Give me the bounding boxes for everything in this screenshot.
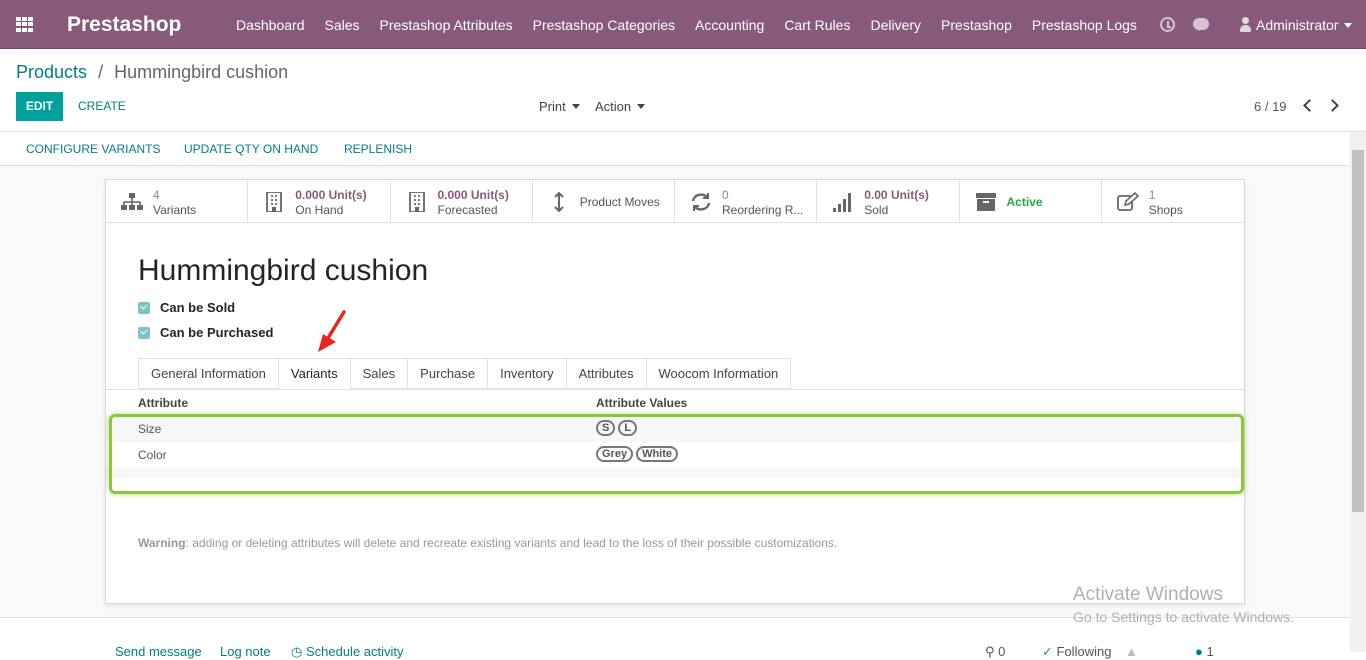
caret-down-icon (1344, 23, 1353, 28)
app-brand[interactable]: Prestashop (67, 13, 181, 37)
forecasted-value: 0.000 Unit(s) (437, 188, 509, 202)
highlight-box (109, 414, 1244, 494)
form-statusbar: CONFIGURE VARIANTS UPDATE QTY ON HAND RE… (0, 132, 1350, 166)
breadcrumb-separator: / (98, 62, 104, 82)
action-dropdown[interactable]: Action (595, 99, 646, 114)
attribute-values-column-header[interactable]: Attribute Values (596, 396, 687, 410)
tab-general-information[interactable]: General Information (138, 358, 278, 389)
action-label: Action (595, 99, 632, 114)
warning-message: : adding or deleting attributes will del… (185, 536, 838, 550)
on-hand-smart-button[interactable]: 0.000 Unit(s) On Hand (248, 180, 391, 223)
product-moves-smart-button[interactable]: Product Moves (533, 180, 675, 223)
tab-purchase[interactable]: Purchase (407, 358, 488, 389)
user-menu[interactable]: Administrator (1256, 17, 1353, 33)
edit-icon (1116, 192, 1139, 211)
menu-prestashop-logs[interactable]: Prestashop Logs (1022, 0, 1147, 49)
attribute-column-header[interactable]: Attribute (138, 396, 188, 410)
shops-count: 1 (1148, 188, 1156, 202)
update-qty-button[interactable]: UPDATE QTY ON HAND (184, 142, 318, 156)
active-toggle-button[interactable]: Active (960, 180, 1102, 223)
sold-smart-button[interactable]: 0.00 Unit(s) Sold (817, 180, 960, 223)
can-be-sold-label: Can be Sold (160, 300, 236, 315)
can-be-sold-checkbox[interactable] (138, 302, 150, 314)
archive-icon (975, 193, 996, 211)
forecasted-smart-button[interactable]: 0.000 Unit(s) Forecasted (391, 180, 533, 223)
configure-variants-button[interactable]: CONFIGURE VARIANTS (26, 142, 160, 156)
notebook-tabs: General Information Variants Sales Purch… (138, 358, 792, 390)
on-hand-label: On Hand (295, 203, 344, 217)
main-menu: Dashboard Sales Prestashop Attributes Pr… (226, 0, 1147, 49)
menu-prestashop-attributes[interactable]: Prestashop Attributes (370, 0, 523, 49)
create-button[interactable]: CREATE (70, 92, 134, 121)
breadcrumb-current: Hummingbird cushion (114, 62, 289, 82)
activity-clock-icon[interactable] (1160, 17, 1175, 32)
active-label: Active (1006, 195, 1043, 209)
print-label: Print (539, 99, 566, 114)
messaging-chat-icon[interactable] (1193, 18, 1209, 31)
building-icon (266, 192, 283, 212)
tab-inventory[interactable]: Inventory (487, 358, 566, 389)
tab-variants[interactable]: Variants (277, 358, 350, 390)
tab-attributes[interactable]: Attributes (565, 358, 646, 389)
sold-value: 0.00 Unit(s) (864, 188, 929, 202)
menu-delivery[interactable]: Delivery (860, 0, 931, 49)
product-title: Hummingbird cushion (138, 254, 429, 287)
replenish-button[interactable]: REPLENISH (344, 142, 412, 156)
product-moves-label: Product Moves (579, 195, 660, 209)
windows-watermark-title: Activate Windows (1073, 584, 1223, 605)
sold-label: Sold (864, 203, 889, 217)
form-sheet: 4 Variants 0.000 Unit(s) On Hand 0.000 Uni… (105, 179, 1245, 604)
variants-smart-button[interactable]: 4 Variants (106, 180, 249, 223)
menu-sales[interactable]: Sales (315, 0, 370, 49)
shops-smart-button[interactable]: 1 Shops (1102, 180, 1244, 223)
menu-accounting[interactable]: Accounting (685, 0, 774, 49)
annotation-arrow-icon (318, 310, 346, 352)
previous-record-icon[interactable] (1303, 99, 1316, 112)
menu-prestashop-categories[interactable]: Prestashop Categories (523, 0, 685, 49)
pager-value[interactable]: 6 / 19 (1254, 99, 1287, 114)
can-be-purchased-checkbox[interactable] (138, 327, 150, 339)
menu-dashboard[interactable]: Dashboard (226, 0, 315, 49)
building-icon (408, 192, 425, 212)
attachments-button[interactable]: ⚲ 0 (985, 644, 1005, 660)
user-name: Administrator (1256, 17, 1339, 33)
breadcrumb: Products / Hummingbird cushion (16, 62, 288, 83)
on-hand-value: 0.000 Unit(s) (295, 188, 367, 202)
shops-label: Shops (1148, 203, 1183, 217)
smart-button-box: 4 Variants 0.000 Unit(s) On Hand 0.000 Uni… (106, 180, 1244, 223)
reordering-count: 0 (722, 188, 729, 202)
variants-label: Variants (153, 203, 197, 217)
caret-down-icon (637, 104, 646, 109)
tab-divider (106, 389, 1244, 390)
schedule-activity-button[interactable]: ◷ Schedule activity (291, 644, 404, 660)
menu-cart-rules[interactable]: Cart Rules (774, 0, 860, 49)
print-dropdown[interactable]: Print (539, 99, 580, 114)
signal-icon (833, 193, 852, 212)
refresh-icon (691, 193, 711, 211)
can-be-purchased-label: Can be Purchased (160, 325, 274, 340)
tab-woocom-information[interactable]: Woocom Information (645, 358, 792, 389)
windows-watermark-subtitle: Go to Settings to activate Windows. (1073, 609, 1294, 625)
apps-menu-icon[interactable] (16, 17, 33, 32)
sitemap-icon (121, 193, 143, 210)
top-navbar: Prestashop Dashboard Sales Prestashop At… (0, 0, 1366, 49)
warning-text: Warning: adding or deleting attributes w… (138, 536, 837, 550)
breadcrumb-products-link[interactable]: Products (16, 62, 87, 82)
scrollbar-thumb[interactable] (1352, 150, 1364, 512)
menu-prestashop[interactable]: Prestashop (931, 0, 1022, 49)
tab-sales[interactable]: Sales (349, 358, 408, 389)
edit-button[interactable]: EDIT (16, 92, 63, 121)
caret-down-icon (571, 104, 580, 109)
warning-label: Warning (138, 536, 186, 550)
forecasted-label: Forecasted (437, 203, 498, 217)
reordering-label: Reordering R... (722, 203, 804, 217)
vertical-arrows-icon (554, 192, 564, 212)
next-record-icon[interactable] (1326, 99, 1339, 112)
variants-count: 4 (153, 188, 160, 202)
user-icon[interactable] (1240, 17, 1251, 32)
reordering-smart-button[interactable]: 0 Reordering R... (675, 180, 818, 223)
following-button[interactable]: ✓ Following (1042, 644, 1111, 660)
